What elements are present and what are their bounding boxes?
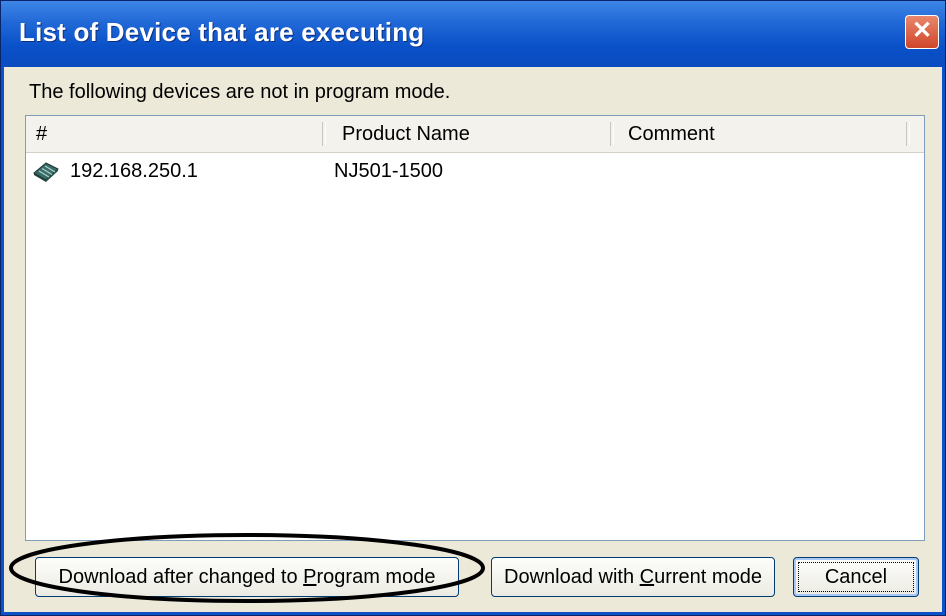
column-header-comment[interactable]: Comment [628, 116, 715, 152]
column-header-number[interactable]: # [36, 116, 47, 152]
column-header-product-name[interactable]: Product Name [342, 116, 470, 152]
plc-device-icon [33, 162, 59, 182]
button-label-part: Download with [504, 566, 640, 588]
info-message: The following devices are not in program… [29, 81, 451, 103]
device-address: 192.168.250.1 [70, 160, 198, 182]
button-mnemonic: P [303, 566, 317, 588]
cancel-button[interactable]: Cancel [793, 557, 919, 597]
close-icon: ✕ [911, 17, 933, 44]
download-current-mode-button[interactable]: Download with Current mode [491, 557, 775, 597]
button-label-part: urrent mode [654, 566, 762, 588]
column-separator[interactable] [610, 122, 614, 146]
cancel-button-label: Cancel [824, 566, 888, 588]
list-header: # Product Name Comment [26, 116, 924, 153]
dialog-window: List of Device that are executing ✕ The … [0, 0, 946, 616]
close-button[interactable]: ✕ [905, 15, 939, 49]
device-list[interactable]: # Product Name Comment 192.168.250.1 NJ5… [25, 115, 925, 541]
button-mnemonic: C [639, 566, 655, 588]
title-bar[interactable]: List of Device that are executing ✕ [1, 1, 945, 67]
column-separator[interactable] [906, 122, 910, 146]
column-separator[interactable] [322, 122, 326, 146]
button-label-part: Download after changed to [58, 566, 304, 588]
download-program-mode-button[interactable]: Download after changed to Program mode [35, 557, 459, 597]
window-title: List of Device that are executing [19, 17, 425, 47]
button-label-part: rogram mode [316, 566, 436, 588]
list-item[interactable]: 192.168.250.1 NJ501-1500 [26, 156, 924, 186]
device-product-name: NJ501-1500 [334, 160, 443, 182]
